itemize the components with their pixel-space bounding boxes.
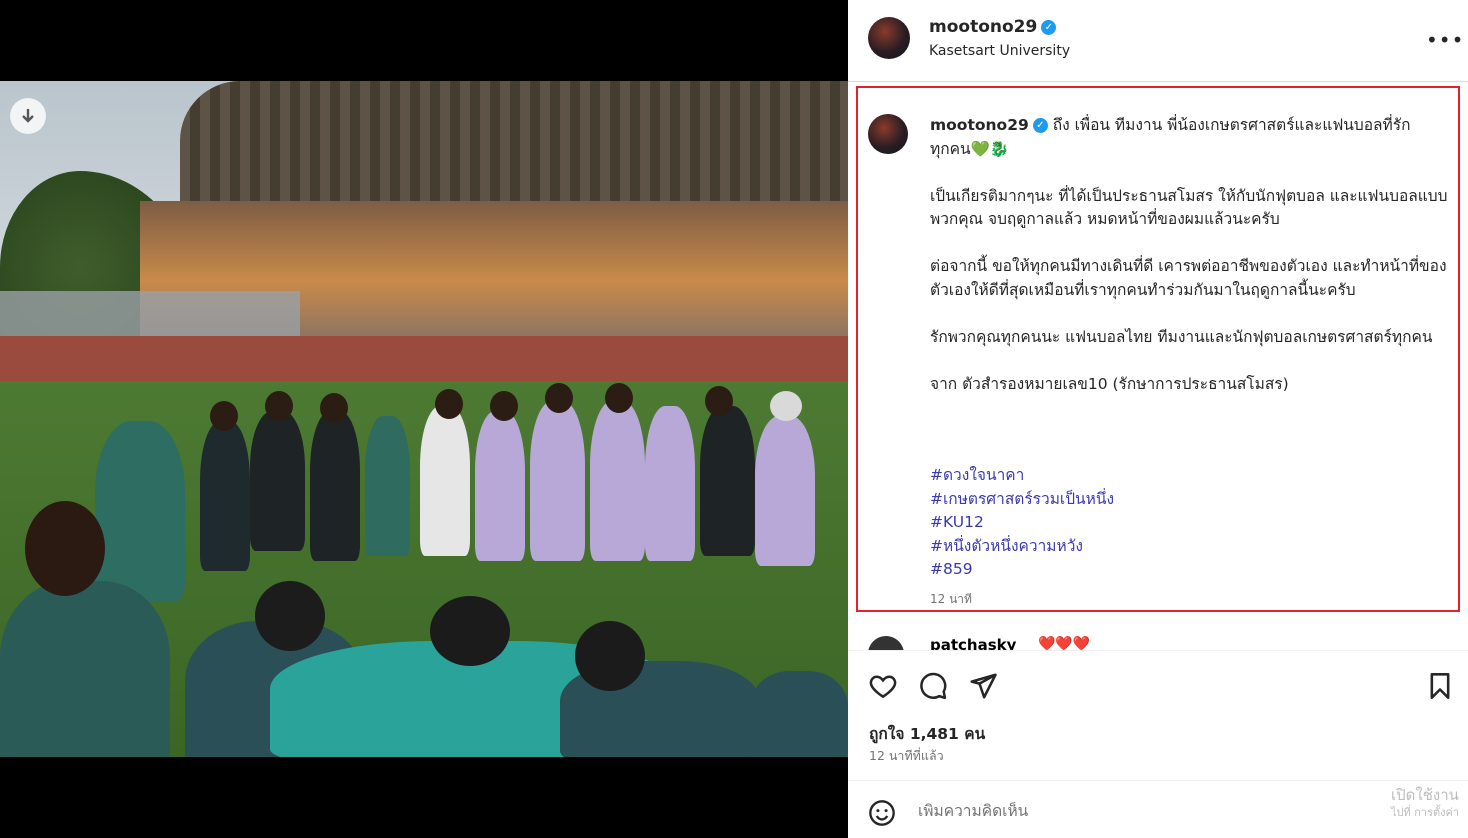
post-header: mootono29 ✓ Kasetsart University ••• bbox=[848, 0, 1468, 82]
author-avatar[interactable] bbox=[868, 17, 910, 59]
posted-time: 12 นาทีที่แล้ว bbox=[869, 748, 944, 763]
hashtag-link[interactable]: #เกษตรศาสตร์รวมเป็นหนึ่ง bbox=[930, 488, 1114, 512]
caption-verified-icon: ✓ bbox=[1032, 118, 1048, 133]
caption-author-username[interactable]: mootono29 bbox=[930, 116, 1029, 134]
save-bookmark-icon[interactable] bbox=[1426, 671, 1454, 705]
windows-activation-watermark: เปิดใช้งาน ไปที่ การตั้งค่า bbox=[1391, 786, 1459, 822]
hashtag-link[interactable]: #KU12 bbox=[930, 511, 1114, 535]
watermark-line2: ไปที่ การตั้งค่า bbox=[1391, 806, 1460, 819]
post-photo[interactable] bbox=[0, 81, 848, 757]
author-name-row: mootono29 ✓ bbox=[929, 17, 1057, 37]
media-pane bbox=[0, 0, 848, 838]
comment-input[interactable] bbox=[918, 802, 1358, 820]
comment-bubble-icon[interactable] bbox=[918, 671, 948, 705]
caption-para4: จาก ตัวสำรองหมายเลข10 (รักษาการประธานสโม… bbox=[930, 374, 1289, 393]
caption-para2: ต่อจากนี้ ขอให้ทุกคนมีทางเดินที่ดี เคารพ… bbox=[930, 257, 1447, 299]
hashtag-link[interactable]: #859 bbox=[930, 558, 1114, 582]
share-send-icon[interactable] bbox=[968, 671, 998, 705]
caption-timestamp: 12 นาที bbox=[930, 592, 972, 606]
caption-para3: รักพวกคุณทุกคนนะ แฟนบอลไทย ทีมงานและนักฟ… bbox=[930, 327, 1433, 346]
caption-author-avatar[interactable] bbox=[868, 114, 908, 154]
hashtag-link[interactable]: #ดวงใจนาคา bbox=[930, 464, 1114, 488]
download-icon[interactable] bbox=[10, 98, 46, 134]
photo-stadium-roof bbox=[180, 81, 848, 211]
caption-hashtags: #ดวงใจนาคา #เกษตรศาสตร์รวมเป็นหนึ่ง #KU1… bbox=[930, 464, 1114, 582]
more-options-icon[interactable]: ••• bbox=[1426, 28, 1464, 52]
comment-text: ❤️❤️❤️ bbox=[1038, 636, 1091, 650]
caption-line1: ถึง เพื่อน ทีมงาน พี่น้องเกษตรศาสตร์และแ… bbox=[1047, 116, 1411, 134]
commenter-username[interactable]: patchasky bbox=[930, 636, 1016, 650]
like-heart-icon[interactable] bbox=[868, 671, 898, 705]
caption-line2: ทุกคน💚🐉 bbox=[930, 139, 1010, 158]
watermark-line1: เปิดใช้งาน bbox=[1391, 786, 1459, 804]
caption-para1: เป็นเกียรติมากๆนะ ที่ได้เป็นประธานสโมสร … bbox=[930, 186, 1448, 229]
likes-count[interactable]: ถูกใจ 1,481 คน bbox=[869, 721, 985, 746]
post-side-pane: mootono29 ✓ Kasetsart University ••• moot… bbox=[848, 0, 1468, 838]
next-comment-peek: patchasky ❤️❤️❤️ bbox=[868, 636, 1268, 650]
caption-text: mootono29 ✓ ถึง เพื่อน ทีมงาน พี่น้องเกษต… bbox=[930, 114, 1454, 396]
verified-badge-icon: ✓ bbox=[1041, 20, 1057, 35]
post-location[interactable]: Kasetsart University bbox=[929, 43, 1070, 59]
photo-players-huddle bbox=[0, 381, 848, 757]
emoji-picker-icon[interactable] bbox=[868, 799, 896, 831]
commenter-avatar[interactable] bbox=[868, 636, 904, 650]
instagram-post-view: mootono29 ✓ Kasetsart University ••• moot… bbox=[0, 0, 1468, 838]
author-username[interactable]: mootono29 bbox=[929, 17, 1037, 37]
hashtag-link[interactable]: #หนึ่งตัวหนึ่งความหวัง bbox=[930, 535, 1114, 559]
